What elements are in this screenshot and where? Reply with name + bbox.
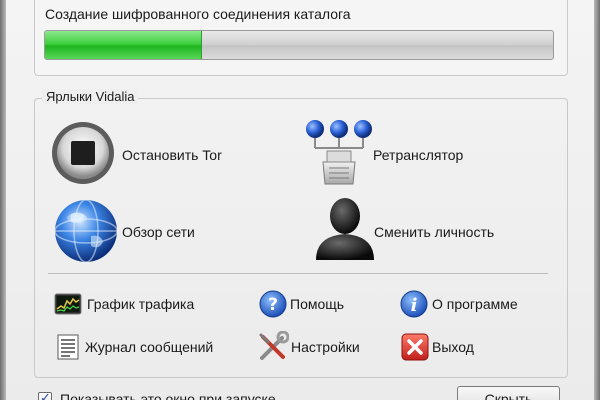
- hide-button[interactable]: Скрыть: [457, 386, 560, 400]
- stop-tor-label: Остановить Tor: [122, 147, 222, 163]
- identity-icon: [316, 198, 374, 260]
- new-identity-label: Сменить личность: [374, 224, 495, 240]
- stop-icon: [52, 122, 114, 184]
- exit-icon: [401, 333, 429, 361]
- relay-label: Ретранслятор: [373, 147, 464, 163]
- network-map-label: Обзор сети: [122, 224, 195, 240]
- settings-label: Настройки: [291, 339, 360, 355]
- message-log-icon: [57, 334, 79, 360]
- shortcuts-divider: [48, 273, 548, 274]
- window-border-right: [594, 0, 600, 400]
- progress-fill: [45, 31, 203, 59]
- window-border-left: [0, 0, 6, 400]
- info-icon: i: [400, 290, 428, 318]
- relay-icon: [306, 120, 372, 185]
- help-icon: ?: [259, 290, 287, 318]
- vidalia-control-panel: Создание шифрованного соединения каталог…: [0, 0, 600, 400]
- show-on-startup-checkbox[interactable]: ✓: [38, 390, 52, 400]
- status-message: Создание шифрованного соединения каталог…: [45, 6, 351, 22]
- bandwidth-graph-label: График трафика: [87, 296, 195, 312]
- about-label: О программе: [432, 296, 518, 312]
- settings-tools-icon: [259, 331, 289, 360]
- shortcuts-group-title: Ярлыки Vidalia: [42, 89, 139, 104]
- connection-progress-bar: [44, 30, 554, 60]
- bandwidth-graph-icon: [54, 293, 82, 315]
- checkmark-icon: ✓: [40, 390, 51, 400]
- exit-label: Выход: [432, 339, 474, 355]
- help-label: Помощь: [290, 296, 345, 312]
- svg-text:?: ?: [268, 295, 278, 315]
- show-on-startup-label: Показывать это окно при запуске: [60, 391, 276, 400]
- message-log-label: Журнал сообщений: [85, 339, 214, 355]
- globe-icon: [54, 199, 118, 263]
- svg-text:i: i: [411, 295, 418, 316]
